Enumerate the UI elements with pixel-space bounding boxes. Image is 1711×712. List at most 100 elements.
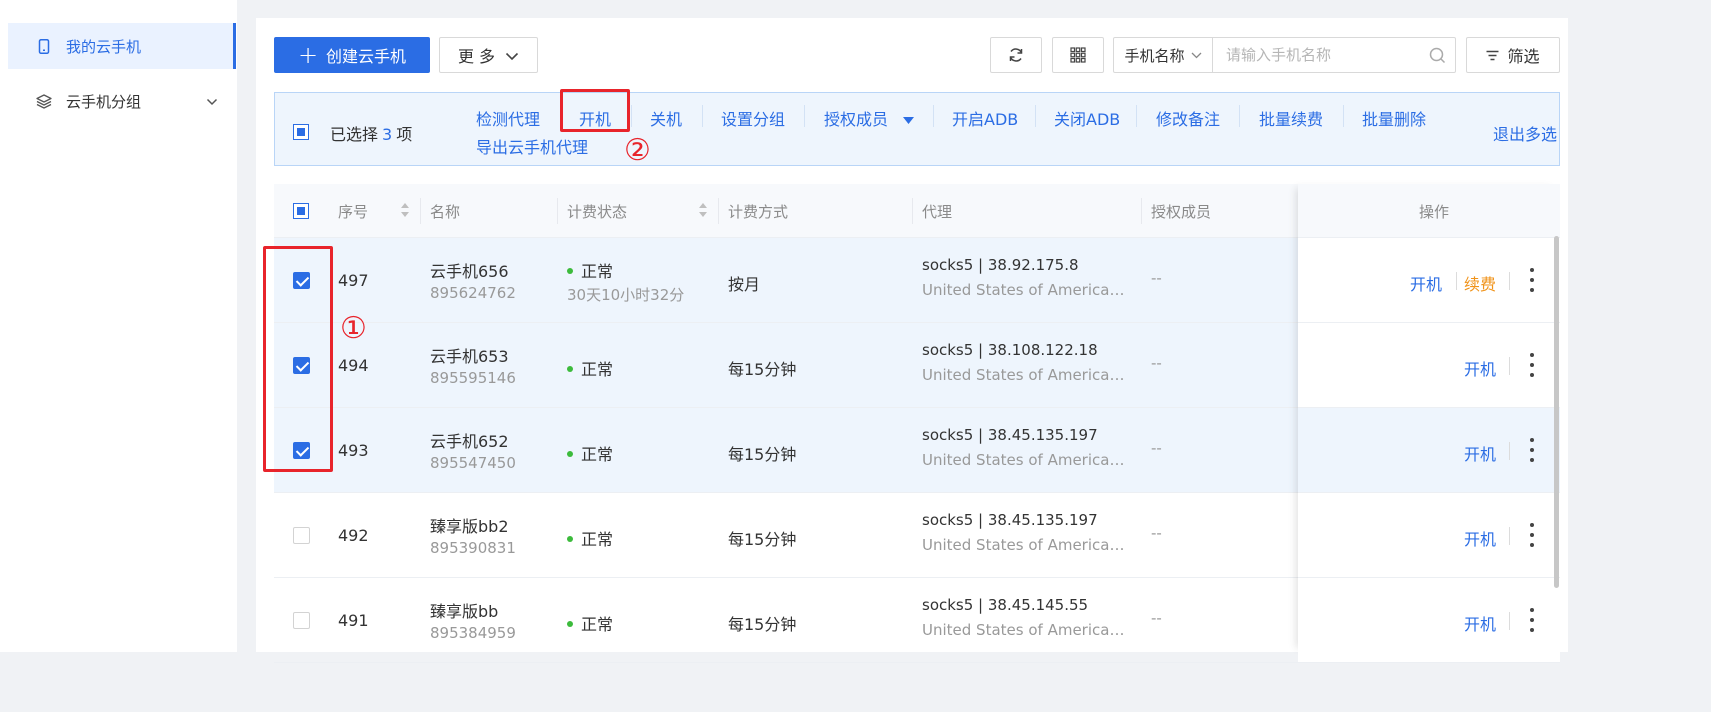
more-actions-icon[interactable]: [1525, 523, 1539, 547]
header-billing-status: 计费状态: [567, 203, 628, 221]
row-index: 497: [338, 271, 369, 290]
sort-icon[interactable]: [699, 203, 707, 217]
more-label: 更 多: [457, 47, 496, 66]
header-name: 名称: [430, 203, 461, 221]
main-panel: + 创建云手机 更 多 手机名称 筛选: [256, 18, 1568, 663]
divider: [1509, 442, 1510, 460]
search-type-select[interactable]: 手机名称: [1114, 38, 1213, 72]
filter-button[interactable]: 筛选: [1466, 37, 1560, 73]
status-dot: [567, 365, 573, 372]
proxy-address: socks5 | 38.45.135.197: [922, 426, 1098, 444]
divider: [1509, 527, 1510, 545]
header-proxy: 代理: [922, 203, 953, 221]
row-checkbox[interactable]: [293, 612, 310, 629]
edit-remark-action[interactable]: 修改备注: [1156, 106, 1220, 130]
sidebar: 我的云手机 云手机分组: [0, 0, 237, 652]
proxy-address: socks5 | 38.92.175.8: [922, 256, 1079, 274]
more-actions-icon[interactable]: [1525, 353, 1539, 377]
create-phone-button[interactable]: + 创建云手机: [274, 37, 430, 73]
actions-cell: 开机 续费: [1298, 238, 1560, 323]
selected-count: 3: [382, 125, 393, 144]
phone-id: 895390831: [430, 539, 516, 557]
more-actions-icon[interactable]: [1525, 608, 1539, 632]
power-off-action[interactable]: 关机: [650, 106, 682, 130]
sort-icon[interactable]: [401, 203, 409, 217]
divider: [1141, 198, 1142, 224]
divider: [702, 105, 703, 127]
phone-table: 序号 名称 计费状态 计费方式 代理 授权成员 497 云手机656 89562…: [274, 184, 1560, 663]
billing-method: 每15分钟: [728, 615, 797, 634]
power-on-button[interactable]: 开机: [1464, 356, 1496, 380]
renew-button[interactable]: 续费: [1464, 271, 1496, 295]
status-dot: [567, 620, 573, 627]
power-on-button[interactable]: 开机: [1464, 526, 1496, 550]
status-dot: [567, 267, 573, 274]
divider: [420, 198, 421, 224]
actions-header: 操作: [1298, 184, 1560, 238]
annotation-number-1: ①: [340, 311, 367, 346]
divider: [1509, 357, 1510, 375]
detect-proxy-action[interactable]: 检测代理: [476, 106, 540, 130]
search-type-label: 手机名称: [1124, 46, 1185, 65]
selected-count-text: 已选择 3 项: [330, 121, 412, 145]
status-text: 正常: [581, 530, 614, 549]
divider: [557, 198, 558, 224]
more-actions-icon[interactable]: [1525, 268, 1539, 292]
power-on-button[interactable]: 开机: [1410, 271, 1442, 295]
grid-view-button[interactable]: [1052, 37, 1104, 73]
batch-delete-action[interactable]: 批量删除: [1362, 106, 1426, 130]
status-text: 正常: [581, 360, 614, 379]
filter-label: 筛选: [1507, 47, 1540, 66]
sidebar-item-my-phones[interactable]: 我的云手机: [8, 23, 236, 69]
members-value: --: [1151, 524, 1162, 542]
search-box: 手机名称: [1113, 37, 1456, 73]
phone-id: 895547450: [430, 454, 516, 472]
billing-method: 每15分钟: [728, 360, 797, 379]
chevron-down-icon: [1191, 52, 1202, 59]
row-checkbox[interactable]: [293, 527, 310, 544]
header-actions: 操作: [1419, 203, 1450, 221]
plus-icon: +: [297, 41, 319, 69]
sidebar-item-phone-groups[interactable]: 云手机分组: [8, 78, 236, 124]
divider: [912, 198, 913, 224]
more-actions-icon[interactable]: [1525, 438, 1539, 462]
caret-down-icon: [903, 109, 915, 128]
power-on-button[interactable]: 开机: [1464, 441, 1496, 465]
billing-method: 每15分钟: [728, 445, 797, 464]
layers-icon: [36, 93, 52, 109]
actions-cell: 开机: [1298, 323, 1560, 408]
divider: [1239, 105, 1240, 127]
billing-status: 正常: [567, 611, 613, 635]
refresh-button[interactable]: [990, 37, 1042, 73]
members-value: --: [1151, 439, 1162, 457]
filter-icon: [1486, 50, 1499, 61]
members-value: --: [1151, 269, 1162, 287]
set-group-action[interactable]: 设置分组: [721, 106, 785, 130]
search-icon[interactable]: [1420, 47, 1455, 64]
exit-multiselect-button[interactable]: 退出多选: [1493, 121, 1557, 145]
divider: [1509, 272, 1510, 290]
phone-id: 895624762: [430, 284, 516, 302]
search-input[interactable]: [1213, 38, 1420, 72]
row-index: 494: [338, 356, 369, 375]
batch-renew-action[interactable]: 批量续费: [1259, 106, 1323, 130]
vertical-scrollbar[interactable]: [1554, 236, 1559, 588]
divider: [804, 105, 805, 127]
proxy-location: United States of America,W...: [922, 536, 1127, 554]
grid-icon: [1070, 47, 1086, 63]
status-dot: [567, 535, 573, 542]
select-all-checkbox[interactable]: [293, 203, 309, 219]
authorize-members-action[interactable]: 授权成员: [824, 106, 915, 130]
row-index: 491: [338, 611, 369, 630]
phone-name: 云手机652: [430, 432, 509, 451]
disable-adb-action[interactable]: 关闭ADB: [1054, 106, 1120, 130]
more-button[interactable]: 更 多: [439, 37, 538, 73]
sidebar-item-label: 云手机分组: [66, 92, 142, 111]
create-phone-label: 创建云手机: [326, 47, 407, 66]
export-proxy-action[interactable]: 导出云手机代理: [476, 134, 588, 158]
authorize-members-label: 授权成员: [824, 110, 889, 129]
batch-select-checkbox[interactable]: [293, 124, 309, 140]
power-on-button[interactable]: 开机: [1464, 611, 1496, 635]
divider: [631, 105, 632, 127]
enable-adb-action[interactable]: 开启ADB: [952, 106, 1018, 130]
